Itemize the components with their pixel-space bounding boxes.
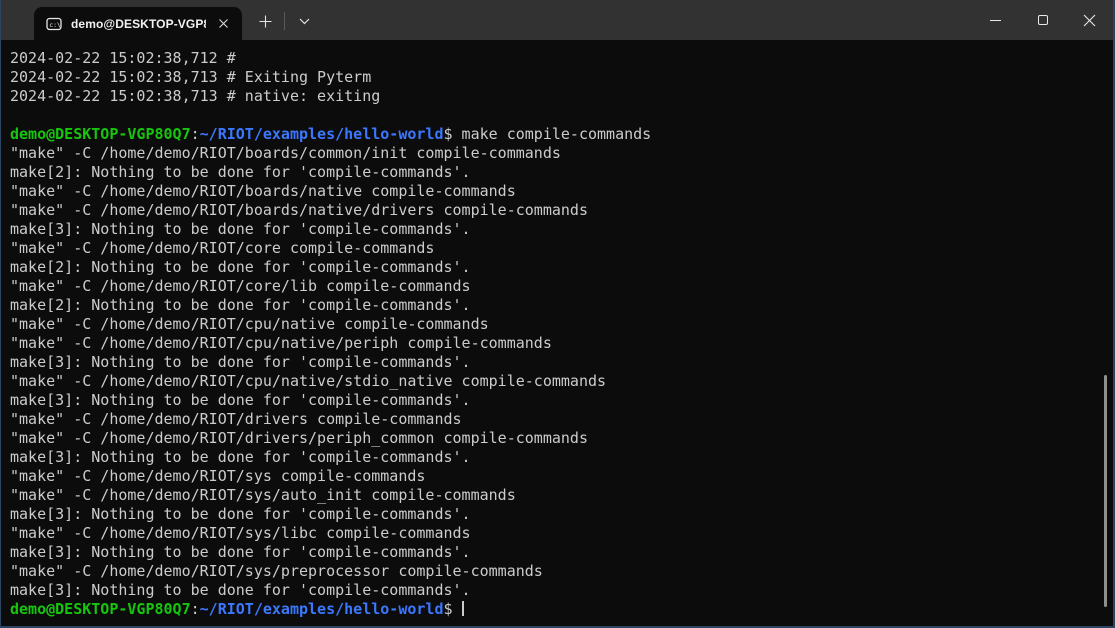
- terminal-line: make[3]: Nothing to be done for 'compile…: [10, 543, 1113, 562]
- plus-icon: [259, 15, 272, 28]
- terminal-line: make[2]: Nothing to be done for 'compile…: [10, 258, 1113, 277]
- tab-demo-desktop[interactable]: c:\ demo@DESKTOP-VGP80Q7: ~: [34, 7, 242, 40]
- terminal-line: make[3]: Nothing to be done for 'compile…: [10, 505, 1113, 524]
- terminal-line: make[3]: Nothing to be done for 'compile…: [10, 353, 1113, 372]
- terminal-line: [10, 106, 1113, 125]
- terminal-line: "make" -C /home/demo/RIOT/sys/libc compi…: [10, 524, 1113, 543]
- terminal-line: make[3]: Nothing to be done for 'compile…: [10, 220, 1113, 239]
- maximize-icon: [1038, 15, 1048, 25]
- terminal-line: "make" -C /home/demo/RIOT/boards/common/…: [10, 144, 1113, 163]
- terminal-line: 2024-02-22 15:02:38,713 # Exiting Pyterm: [10, 68, 1113, 87]
- command-prompt-icon: c:\: [46, 16, 62, 32]
- terminal-line: make[2]: Nothing to be done for 'compile…: [10, 296, 1113, 315]
- terminal-line: "make" -C /home/demo/RIOT/drivers/periph…: [10, 429, 1113, 448]
- terminal-line: "make" -C /home/demo/RIOT/cpu/native/std…: [10, 372, 1113, 391]
- terminal-line: make[3]: Nothing to be done for 'compile…: [10, 391, 1113, 410]
- terminal-line: "make" -C /home/demo/RIOT/cpu/native com…: [10, 315, 1113, 334]
- tab-title: demo@DESKTOP-VGP80Q7: ~: [71, 17, 206, 31]
- scrollbar-thumb[interactable]: [1104, 375, 1107, 607]
- minimize-icon: [990, 20, 1001, 21]
- terminal-line: "make" -C /home/demo/RIOT/boards/native …: [10, 182, 1113, 201]
- terminal-line: "make" -C /home/demo/RIOT/boards/native/…: [10, 201, 1113, 220]
- titlebar[interactable]: c:\ demo@DESKTOP-VGP80Q7: ~: [1, 0, 1113, 40]
- tabbar-divider: [284, 12, 285, 30]
- terminal-window: c:\ demo@DESKTOP-VGP80Q7: ~: [0, 0, 1115, 628]
- close-icon: [218, 18, 229, 29]
- maximize-button[interactable]: [1019, 0, 1066, 40]
- minimize-button[interactable]: [972, 0, 1019, 40]
- tab-close-button[interactable]: [212, 13, 234, 35]
- terminal-line: make[3]: Nothing to be done for 'compile…: [10, 448, 1113, 467]
- terminal-line: make[3]: Nothing to be done for 'compile…: [10, 581, 1113, 600]
- terminal-output[interactable]: 2024-02-22 15:02:38,712 #2024-02-22 15:0…: [1, 40, 1113, 626]
- terminal-line: "make" -C /home/demo/RIOT/drivers compil…: [10, 410, 1113, 429]
- terminal-line: make[2]: Nothing to be done for 'compile…: [10, 163, 1113, 182]
- terminal-line: demo@DESKTOP-VGP80Q7:~/RIOT/examples/hel…: [10, 125, 1113, 144]
- terminal-line: "make" -C /home/demo/RIOT/core compile-c…: [10, 239, 1113, 258]
- caption-controls: [972, 0, 1113, 40]
- terminal-line: 2024-02-22 15:02:38,713 # native: exitin…: [10, 87, 1113, 106]
- terminal-line: "make" -C /home/demo/RIOT/core/lib compi…: [10, 277, 1113, 296]
- terminal-line: demo@DESKTOP-VGP80Q7:~/RIOT/examples/hel…: [10, 600, 1113, 619]
- svg-text:c:\: c:\: [49, 21, 61, 29]
- tab-dropdown-button[interactable]: [289, 7, 319, 35]
- terminal-line: "make" -C /home/demo/RIOT/cpu/native/per…: [10, 334, 1113, 353]
- close-icon: [1083, 14, 1096, 27]
- terminal-line: 2024-02-22 15:02:38,712 #: [10, 49, 1113, 68]
- close-button[interactable]: [1066, 0, 1113, 40]
- new-tab-button[interactable]: [250, 7, 280, 35]
- chevron-down-icon: [299, 18, 310, 25]
- terminal-cursor: [462, 601, 464, 616]
- terminal-line: "make" -C /home/demo/RIOT/sys compile-co…: [10, 467, 1113, 486]
- terminal-line: "make" -C /home/demo/RIOT/sys/auto_init …: [10, 486, 1113, 505]
- terminal-line: "make" -C /home/demo/RIOT/sys/preprocess…: [10, 562, 1113, 581]
